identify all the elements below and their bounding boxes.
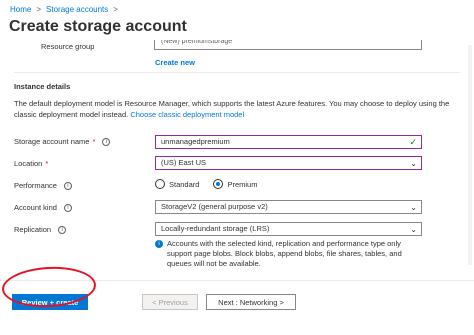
replication-value: Locally-redundant storage (LRS) [161,224,270,233]
info-icon[interactable]: i [63,203,72,212]
page-title: Create storage account [9,18,187,35]
chevron-down-icon: ⌄ [410,203,417,212]
radio-label: Standard [169,179,200,189]
replication-text: Replication [14,225,52,234]
performance-text: Performance [14,181,57,190]
resource-group-label: Resource group [41,42,95,51]
chevron-down-icon: ⌄ [410,159,417,168]
previous-button[interactable]: < Previous [142,294,198,310]
next-networking-button[interactable]: Next : Networking > [206,294,296,310]
performance-label: Performance i [14,181,72,190]
required-asterisk: * [92,137,96,146]
section-divider [14,72,460,73]
replication-label: Replication i [14,225,67,234]
wizard-footer: Review + create < Previous Next : Networ… [0,280,474,335]
form-scroll-area: Resource group (New) premiumstorage Crea… [0,40,474,280]
storage-account-name-value: unmanagedpremium [161,137,230,146]
breadcrumb-separator: > [113,5,118,14]
account-kind-label: Account kind i [14,203,72,212]
info-filled-icon: i [155,240,163,248]
account-kind-value: StorageV2 (general purpose v2) [161,202,268,211]
valid-check-icon: ✓ [409,137,417,147]
location-text: Location [14,159,43,168]
storage-account-name-input[interactable]: unmanagedpremium ✓ [155,135,422,149]
breadcrumb-home-link[interactable]: Home [10,5,31,14]
instance-details-heading: Instance details [14,82,71,91]
account-kind-select[interactable]: StorageV2 (general purpose v2) ⌄ [155,200,422,214]
storage-account-name-label: Storage account name * i [14,137,111,146]
classic-deployment-link[interactable]: Choose classic deployment model [130,110,244,119]
blob-support-note-text: Accounts with the selected kind, replica… [167,239,402,268]
account-kind-text: Account kind [14,203,57,212]
create-new-link[interactable]: Create new [155,58,195,67]
performance-standard-radio[interactable]: Standard [155,179,199,189]
breadcrumb: Home > Storage accounts > [10,5,118,14]
info-icon[interactable]: i [58,225,67,234]
replication-select[interactable]: Locally-redundant storage (LRS) ⌄ [155,222,422,236]
resource-group-select[interactable]: (New) premiumstorage [154,40,422,50]
review-create-button[interactable]: Review + create [12,294,88,310]
performance-radio-group: Standard Premium [155,179,257,189]
info-icon[interactable]: i [63,181,72,190]
storage-account-name-text: Storage account name [14,137,90,146]
radio-circle-icon [155,179,165,189]
instance-details-description: The default deployment model is Resource… [14,98,454,120]
info-icon[interactable]: i [102,137,111,146]
radio-label: Premium [227,179,258,189]
radio-selected-icon [213,179,224,189]
required-asterisk: * [45,159,49,168]
chevron-down-icon: ⌄ [410,225,417,234]
breadcrumb-storage-accounts-link[interactable]: Storage accounts [46,5,108,14]
location-label: Location * [14,159,48,168]
resource-group-row: Resource group (New) premiumstorage [14,40,474,60]
breadcrumb-separator: > [36,5,42,14]
location-select[interactable]: (US) East US ⌄ [155,156,422,170]
vertical-scrollbar[interactable] [468,45,472,265]
performance-premium-radio[interactable]: Premium [213,179,257,189]
blob-support-note: i Accounts with the selected kind, repli… [155,239,425,269]
location-value: (US) East US [161,158,207,167]
